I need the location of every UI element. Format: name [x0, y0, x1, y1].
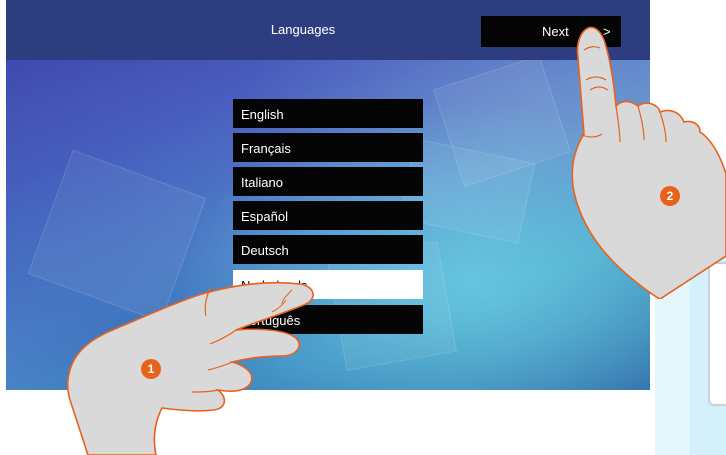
language-item-italiano[interactable]: Italiano: [233, 167, 423, 196]
step-callout-2: 2: [660, 186, 680, 206]
next-button-label: Next: [542, 24, 569, 39]
language-item-english[interactable]: English: [233, 99, 423, 128]
language-item-espanol[interactable]: Español: [233, 201, 423, 230]
wallpaper-cube: [27, 149, 207, 323]
language-item-portugues[interactable]: Português: [233, 305, 423, 334]
device-screen: Languages Next > English Français Italia…: [6, 0, 650, 390]
language-item-nederlands[interactable]: Nederlands: [233, 270, 423, 299]
language-item-francais[interactable]: Français: [233, 133, 423, 162]
chevron-right-icon: >: [603, 24, 611, 39]
manual-illustration: Languages Next > English Français Italia…: [0, 0, 726, 455]
page-title-text: Languages: [270, 22, 336, 37]
step-callout-1: 1: [141, 359, 161, 379]
next-button[interactable]: Next >: [481, 16, 621, 47]
language-item-deutsch[interactable]: Deutsch: [233, 235, 423, 264]
header-bar: Languages Next >: [6, 0, 650, 60]
device-bezel-decoration: [708, 262, 726, 406]
